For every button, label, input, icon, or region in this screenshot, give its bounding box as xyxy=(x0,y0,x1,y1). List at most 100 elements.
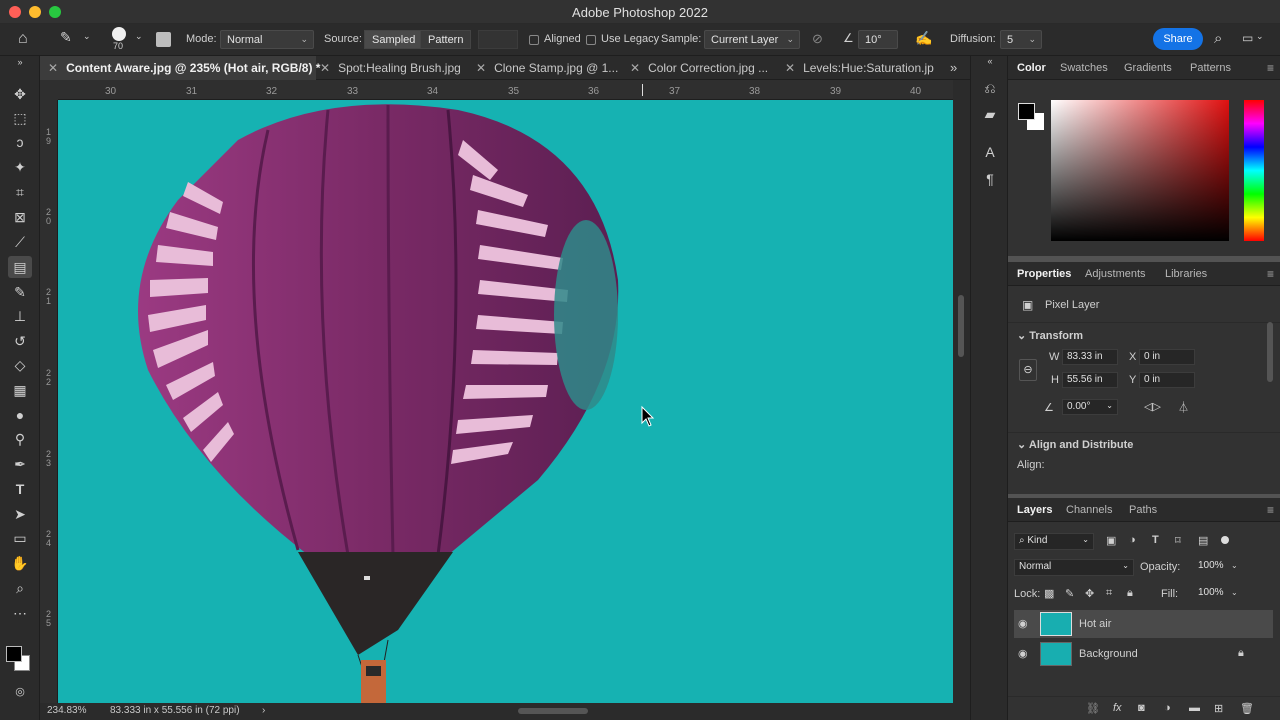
pattern-picker[interactable] xyxy=(478,30,518,49)
angle-field[interactable]: 10° xyxy=(858,30,898,49)
rotation-field[interactable]: 0.00° ⌄ xyxy=(1062,399,1118,415)
clone-stamp-tool-icon[interactable]: ⊥ xyxy=(8,305,32,327)
fill-field[interactable]: 100% xyxy=(1194,586,1230,603)
aligned-checkbox[interactable] xyxy=(529,35,539,45)
lock-transparency-icon[interactable]: ▩ xyxy=(1044,587,1054,600)
chevron-down-icon[interactable]: ⌄ xyxy=(1231,588,1238,597)
move-tool-icon[interactable]: ✥ xyxy=(8,83,32,105)
chevron-down-icon[interactable]: ⌄ xyxy=(83,31,91,42)
layer-name[interactable]: Background xyxy=(1079,648,1138,660)
filter-adjustment-icon[interactable]: ◑ xyxy=(1129,534,1136,546)
tab-layers[interactable]: Layers xyxy=(1017,504,1052,516)
panel-menu-icon[interactable]: ≡ xyxy=(1267,267,1274,281)
foreground-color-swatch[interactable] xyxy=(6,646,22,662)
y-field[interactable]: 0 in xyxy=(1139,372,1195,388)
ignore-adjustment-icon[interactable]: ⊘ xyxy=(812,31,823,47)
eye-icon[interactable]: ◉ xyxy=(1018,617,1028,630)
layer-row-hot-air[interactable]: ◉ Hot air xyxy=(1014,610,1273,638)
chevron-right-icon[interactable]: › xyxy=(262,705,265,716)
transform-section-toggle[interactable]: ⌄ Transform xyxy=(1017,329,1083,342)
tab-properties[interactable]: Properties xyxy=(1017,268,1071,280)
use-legacy-checkbox[interactable] xyxy=(586,35,596,45)
scroll-thumb[interactable] xyxy=(958,295,964,357)
link-layers-icon[interactable]: ⛓ xyxy=(1086,702,1100,715)
layer-name[interactable]: Hot air xyxy=(1079,618,1111,630)
home-icon[interactable]: ⌂ xyxy=(18,30,28,48)
tab-channels[interactable]: Channels xyxy=(1066,504,1112,516)
height-field[interactable]: 55.56 in xyxy=(1062,372,1118,388)
gradient-tool-icon[interactable]: ▦ xyxy=(8,379,32,401)
paragraph-icon[interactable]: ¶ xyxy=(980,171,1000,191)
chevron-down-icon[interactable]: ⌄ xyxy=(135,31,143,42)
share-button[interactable]: Share xyxy=(1153,28,1203,50)
frame-tool-icon[interactable]: ⊠ xyxy=(8,206,32,228)
foreground-color-swatch[interactable] xyxy=(1018,103,1035,120)
more-tools-icon[interactable]: ⋯ xyxy=(8,602,32,624)
source-pattern-button[interactable]: Pattern xyxy=(420,30,472,49)
eyedropper-tool-icon[interactable]: ⟋ xyxy=(8,231,32,253)
brush-tip-icon[interactable] xyxy=(112,27,126,41)
character-icon[interactable]: A xyxy=(980,144,1000,164)
tab-content-aware[interactable]: ✕ Content Aware.jpg @ 235% (Hot air, RGB/… xyxy=(40,56,320,80)
align-distribute-toggle[interactable]: ⌄ Align and Distribute xyxy=(1017,438,1133,451)
layer-row-background[interactable]: ◉ Background 🔒︎ xyxy=(1014,640,1273,668)
hand-tool-icon[interactable]: ✋ xyxy=(8,552,32,574)
layer-filter-select[interactable]: ⌕ Kind ⌄ xyxy=(1014,533,1094,550)
filter-pixel-icon[interactable]: ▣ xyxy=(1106,534,1116,547)
hue-slider[interactable] xyxy=(1244,100,1264,241)
vertical-ruler[interactable]: 1 9 2 0 2 1 2 2 2 3 2 4 2 5 xyxy=(40,100,58,703)
collapse-panels-icon[interactable]: « xyxy=(980,56,1000,76)
tab-levels-hue-saturation[interactable]: ✕ Levels:Hue:Saturation.jp xyxy=(785,56,935,80)
sample-select[interactable]: Current Layer ⌄ xyxy=(704,30,800,49)
opacity-field[interactable]: 100% xyxy=(1194,559,1230,576)
width-field[interactable]: 83.33 in xyxy=(1062,349,1118,365)
eye-icon[interactable]: ◉ xyxy=(1018,647,1028,660)
workspace-icon[interactable]: ▭ xyxy=(1242,31,1253,45)
history-brush-tool-icon[interactable]: ↺ xyxy=(8,330,32,352)
diffusion-select[interactable]: 5 ⌄ xyxy=(1000,30,1042,49)
properties-scrollbar[interactable] xyxy=(1267,322,1273,382)
tab-adjustments[interactable]: Adjustments xyxy=(1085,268,1146,280)
lock-all-icon[interactable]: 🔒︎ xyxy=(1127,587,1133,600)
tab-paths[interactable]: Paths xyxy=(1129,504,1157,516)
lock-pixels-icon[interactable]: ✎ xyxy=(1065,587,1074,600)
filter-type-icon[interactable]: T xyxy=(1152,534,1159,546)
tab-gradients[interactable]: Gradients xyxy=(1124,62,1172,74)
chevron-down-icon[interactable]: ⌄ xyxy=(1256,31,1264,42)
pressure-size-icon[interactable]: ✍ xyxy=(915,30,932,47)
zoom-level[interactable]: 234.83% xyxy=(47,705,86,716)
tab-swatches[interactable]: Swatches xyxy=(1060,62,1108,74)
source-sampled-button[interactable]: Sampled xyxy=(364,30,424,49)
history-icon[interactable]: ⎌ xyxy=(980,80,1000,100)
horizontal-ruler[interactable]: 30 31 32 33 34 35 36 37 38 39 40 xyxy=(58,80,953,100)
tab-libraries[interactable]: Libraries xyxy=(1165,268,1207,280)
healing-brush-preset-icon[interactable]: ✎ xyxy=(60,29,72,46)
crop-tool-icon[interactable]: ⌗ xyxy=(8,181,32,203)
lasso-tool-icon[interactable]: ↄ xyxy=(8,131,32,153)
pen-tool-icon[interactable]: ✒ xyxy=(8,453,32,475)
add-mask-icon[interactable]: ◙ xyxy=(1138,702,1145,714)
marquee-tool-icon[interactable]: ⬚ xyxy=(8,107,32,129)
zoom-tool-icon[interactable]: ⌕ xyxy=(8,577,32,599)
x-field[interactable]: 0 in xyxy=(1139,349,1195,365)
blur-tool-icon[interactable]: ● xyxy=(8,404,32,426)
mode-select[interactable]: Normal ⌄ xyxy=(220,30,314,49)
filter-shape-icon[interactable]: ⌑ xyxy=(1175,534,1181,547)
healing-brush-tool-icon[interactable]: ▤ xyxy=(8,256,32,278)
new-layer-icon[interactable]: ⊞ xyxy=(1214,702,1223,715)
tab-color-correction[interactable]: ✕ Color Correction.jpg ... xyxy=(630,56,780,80)
color-field[interactable] xyxy=(1051,100,1229,241)
tab-spot-healing[interactable]: ✕ Spot:Healing Brush.jpg xyxy=(320,56,470,80)
document-canvas[interactable] xyxy=(58,100,953,703)
quick-selection-tool-icon[interactable]: ✦ xyxy=(8,156,32,178)
link-icon[interactable]: ⊖ xyxy=(1019,359,1037,381)
lock-position-icon[interactable]: ✥ xyxy=(1085,587,1094,600)
dodge-tool-icon[interactable]: ⚲ xyxy=(8,428,32,450)
rectangle-tool-icon[interactable]: ▭ xyxy=(8,527,32,549)
vertical-scrollbar[interactable] xyxy=(953,80,970,703)
type-tool-icon[interactable]: T xyxy=(8,478,32,500)
quick-mask-icon[interactable]: ◎ xyxy=(8,681,32,703)
eraser-tool-icon[interactable]: ◇ xyxy=(8,354,32,376)
brush-tool-icon[interactable]: ✎ xyxy=(8,281,32,303)
chevron-down-icon[interactable]: ⌄ xyxy=(1231,561,1238,570)
